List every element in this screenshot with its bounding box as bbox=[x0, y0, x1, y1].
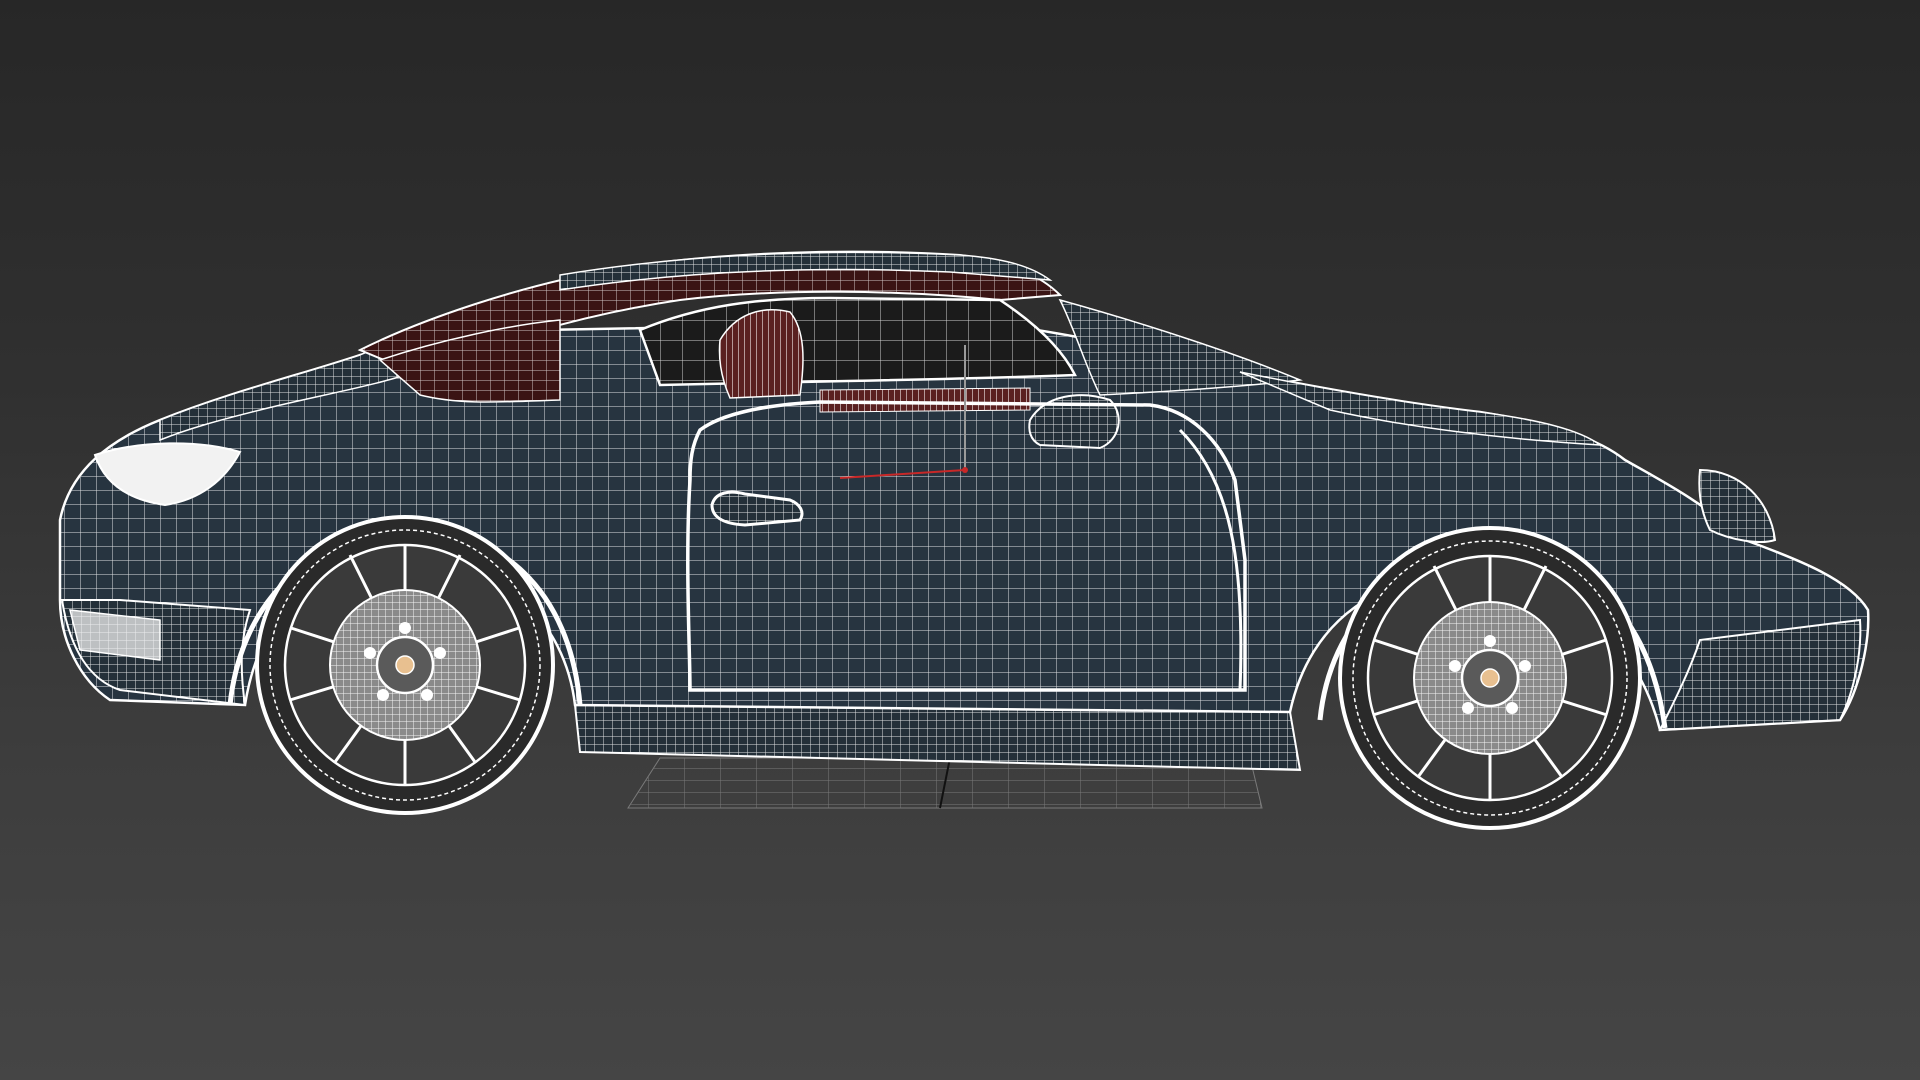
car-model-wireframe[interactable] bbox=[58, 250, 1870, 830]
interior-trim bbox=[819, 387, 1031, 413]
viewport-scene[interactable] bbox=[0, 0, 1920, 1080]
rear-wheel-center-cap bbox=[1480, 668, 1500, 688]
front-wheel bbox=[255, 515, 555, 815]
front-wheel-center-cap bbox=[395, 655, 415, 675]
3d-viewport[interactable] bbox=[0, 0, 1920, 1080]
side-window bbox=[638, 296, 1077, 387]
rear-lamp bbox=[1698, 468, 1777, 543]
rear-wheel bbox=[1338, 526, 1642, 830]
gizmo-pivot[interactable] bbox=[962, 467, 968, 473]
